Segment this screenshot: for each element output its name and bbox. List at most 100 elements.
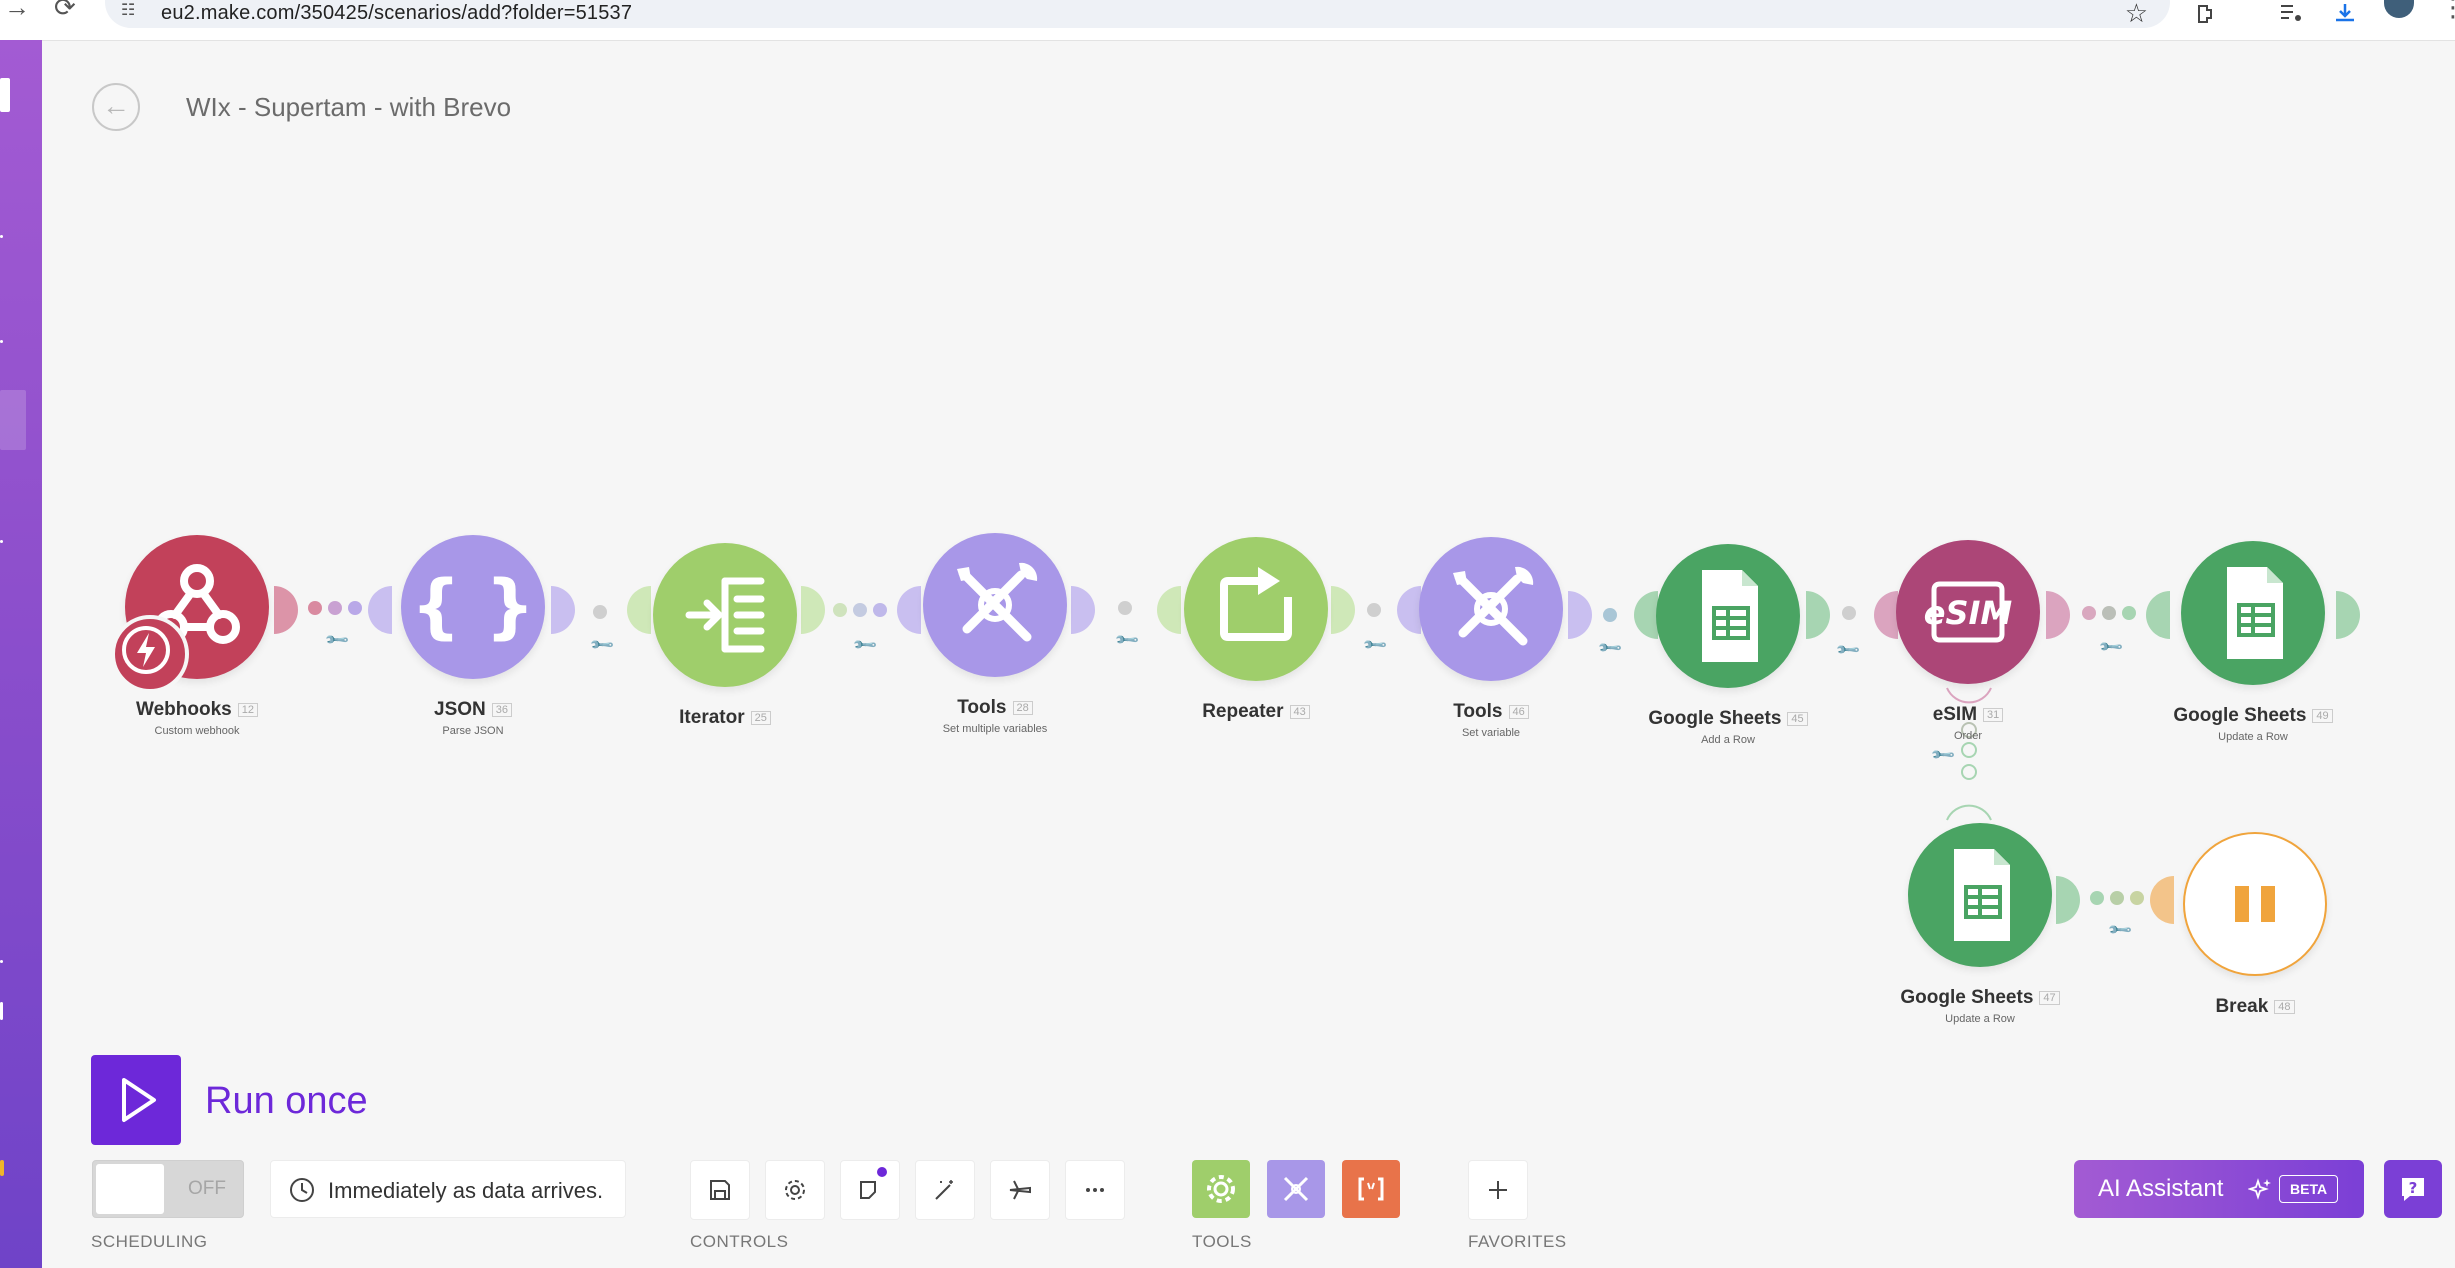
module-subtitle: Update a Row bbox=[1945, 1013, 2015, 1025]
sidebar-notification[interactable] bbox=[0, 1160, 4, 1176]
add-favorite-button[interactable] bbox=[1468, 1160, 1528, 1220]
tools-icon bbox=[1453, 566, 1534, 646]
sidebar-item[interactable] bbox=[0, 1002, 3, 1020]
ai-assistant-label: AI Assistant bbox=[2098, 1175, 2224, 1202]
tools-module-circle[interactable] bbox=[923, 533, 1067, 677]
toggle-knob bbox=[96, 1164, 164, 1214]
save-button[interactable] bbox=[690, 1160, 750, 1220]
notes-button[interactable] bbox=[840, 1160, 900, 1220]
reload-icon[interactable]: ⟳ bbox=[54, 0, 76, 20]
google-sheets-icon bbox=[1954, 849, 2010, 941]
google-sheets-icon bbox=[2227, 567, 2283, 659]
module-id: 46 bbox=[1508, 705, 1529, 719]
site-settings-icon[interactable]: ☷ bbox=[121, 0, 135, 20]
module-id: 43 bbox=[1289, 705, 1310, 719]
sidebar-item[interactable] bbox=[0, 235, 3, 238]
instant-trigger-badge[interactable] bbox=[111, 615, 189, 693]
play-icon bbox=[122, 1078, 156, 1122]
module-id: 47 bbox=[2039, 991, 2060, 1005]
auto-align-button[interactable] bbox=[915, 1160, 975, 1220]
address-bar[interactable]: ☷ eu2.make.com/350425/scenarios/add?fold… bbox=[105, 0, 2170, 28]
airplane-icon bbox=[1009, 1180, 1031, 1200]
profile-avatar[interactable] bbox=[2384, 0, 2414, 18]
sidebar-item-active[interactable] bbox=[0, 390, 26, 450]
module-tools-46[interactable]: Tools 46 Set variable bbox=[1371, 537, 1611, 739]
extensions-icon[interactable] bbox=[2195, 2, 2221, 24]
module-subtitle: Custom webhook bbox=[154, 725, 240, 737]
url-text[interactable]: eu2.make.com/350425/scenarios/add?folder… bbox=[161, 2, 632, 25]
flow-control-tool[interactable] bbox=[1192, 1160, 1250, 1218]
back-button[interactable]: ← bbox=[92, 83, 140, 131]
bookmark-star-icon[interactable]: ☆ bbox=[2125, 0, 2148, 29]
sidebar-item[interactable] bbox=[0, 960, 3, 963]
favorites-label: FAVORITES bbox=[1468, 1232, 1567, 1251]
pause-icon bbox=[2235, 886, 2275, 922]
tools-icon bbox=[1283, 1176, 1309, 1202]
google-sheets-module-circle[interactable] bbox=[1656, 544, 1800, 688]
browser-toolbar: → ⟳ ☷ eu2.make.com/350425/scenarios/add?… bbox=[0, 0, 2455, 41]
settings-button[interactable] bbox=[765, 1160, 825, 1220]
module-webhooks[interactable]: Webhooks 12 Custom webhook bbox=[77, 535, 317, 737]
module-name: Google Sheets 45 bbox=[1608, 708, 1848, 730]
module-break[interactable]: Break 48 bbox=[2135, 832, 2375, 1018]
more-menu-icon[interactable]: ⋮ bbox=[2440, 0, 2455, 20]
module-name: Break 48 bbox=[2135, 996, 2375, 1018]
esim-icon: eSIM bbox=[1924, 581, 2012, 643]
tools-module-circle[interactable] bbox=[1419, 537, 1563, 681]
explain-flow-button[interactable] bbox=[990, 1160, 1050, 1220]
controls-label: CONTROLS bbox=[690, 1232, 789, 1251]
gear-icon bbox=[785, 1180, 805, 1200]
tools-icon bbox=[957, 562, 1038, 642]
module-google-sheets-47[interactable]: Google Sheets 47 Update a Row bbox=[1860, 823, 2100, 1025]
webhooks-module-circle[interactable] bbox=[111, 535, 269, 693]
download-icon[interactable] bbox=[2332, 2, 2358, 24]
sidebar-logo[interactable] bbox=[0, 78, 10, 112]
repeat-icon bbox=[1220, 567, 1292, 641]
sidebar-item[interactable] bbox=[0, 540, 3, 543]
repeater-module-circle[interactable] bbox=[1184, 537, 1328, 681]
iterator-module-circle[interactable] bbox=[653, 543, 797, 687]
forward-icon[interactable]: → bbox=[4, 0, 30, 20]
json-braces-icon: { } bbox=[411, 565, 535, 647]
scheduling-toggle[interactable]: OFF bbox=[92, 1160, 244, 1218]
module-json[interactable]: { } JSON 36 Parse JSON bbox=[353, 535, 593, 737]
gear-icon bbox=[1207, 1175, 1235, 1203]
module-subtitle: Parse JSON bbox=[442, 725, 504, 737]
module-name: Webhooks 12 bbox=[77, 699, 317, 721]
tools-tool[interactable] bbox=[1267, 1160, 1325, 1218]
module-id: 25 bbox=[750, 711, 771, 725]
module-google-sheets-49[interactable]: Google Sheets 49 Update a Row bbox=[2133, 541, 2373, 743]
json-module-circle[interactable]: { } bbox=[401, 535, 545, 679]
more-button[interactable] bbox=[1065, 1160, 1125, 1220]
module-id: 12 bbox=[237, 703, 258, 717]
lightning-icon bbox=[122, 626, 170, 674]
module-iterator[interactable]: Iterator 25 bbox=[605, 543, 845, 729]
module-google-sheets-45[interactable]: Google Sheets 45 Add a Row bbox=[1608, 544, 1848, 746]
module-subtitle: Add a Row bbox=[1701, 734, 1755, 746]
ai-assistant-button[interactable]: AI Assistant BETA bbox=[2074, 1160, 2364, 1218]
tools-label: TOOLS bbox=[1192, 1232, 1252, 1251]
module-tools-28[interactable]: Tools 28 Set multiple variables bbox=[875, 533, 1115, 735]
schedule-setting[interactable]: Immediately as data arrives. bbox=[270, 1160, 626, 1218]
iterator-icon bbox=[685, 577, 765, 653]
break-module-circle[interactable] bbox=[2183, 832, 2327, 976]
module-esim[interactable]: eSIM eSIM 31 Order bbox=[1848, 540, 2088, 742]
google-sheets-module-circle[interactable] bbox=[1908, 823, 2052, 967]
svg-text:{ }: { } bbox=[411, 565, 535, 647]
google-sheets-module-circle[interactable] bbox=[2181, 541, 2325, 685]
text-parser-tool[interactable] bbox=[1342, 1160, 1400, 1218]
scenario-title[interactable]: WIx - Supertam - with Brevo bbox=[186, 92, 511, 123]
notification-dot bbox=[877, 1167, 887, 1177]
module-repeater[interactable]: Repeater 43 bbox=[1136, 537, 1376, 723]
media-icon[interactable] bbox=[2278, 2, 2304, 24]
run-once-button[interactable] bbox=[91, 1055, 181, 1145]
run-once-label[interactable]: Run once bbox=[205, 1080, 368, 1123]
schedule-text: Immediately as data arrives. bbox=[328, 1178, 604, 1203]
plus-icon bbox=[1489, 1181, 1507, 1199]
module-name: JSON 36 bbox=[353, 699, 593, 721]
module-name: eSIM 31 bbox=[1848, 704, 2088, 726]
help-button[interactable]: ? bbox=[2384, 1160, 2442, 1218]
sidebar-item[interactable] bbox=[0, 340, 3, 343]
esim-module-circle[interactable]: eSIM bbox=[1896, 540, 2040, 684]
brackets-icon bbox=[1358, 1177, 1384, 1201]
